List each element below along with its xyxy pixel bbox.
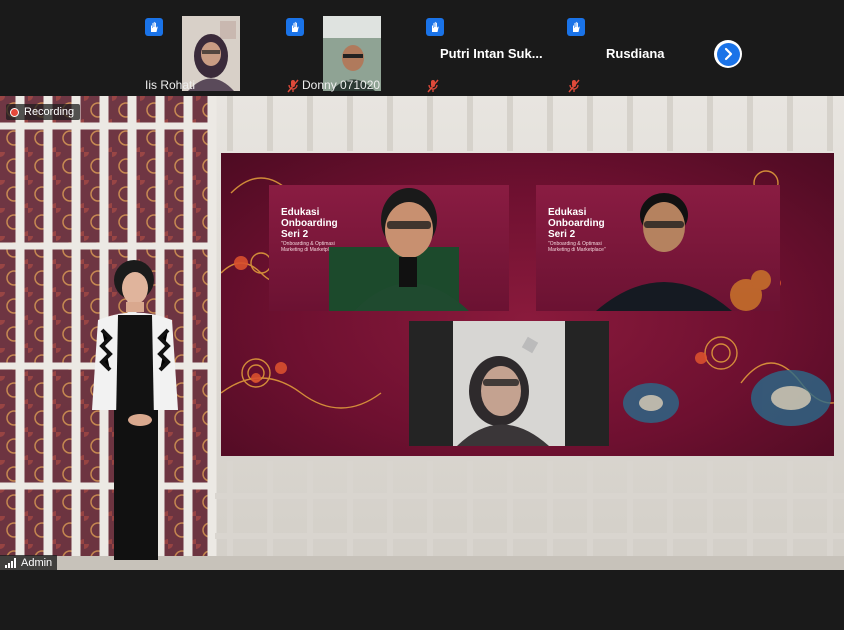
participant-name[interactable]: Putri Intan Suk...	[440, 46, 543, 61]
main-video-stage[interactable]: Edukasi Onboarding Seri 2 "Onboarding & …	[0, 96, 844, 570]
participant-name[interactable]: Rusdiana	[606, 46, 665, 61]
presenter-video-2[interactable]: Edukasi Onboarding Seri 2 "Onboarding & …	[536, 185, 780, 311]
signal-bars-icon	[5, 558, 16, 568]
muted-mic-icon	[286, 79, 300, 93]
bottom-bar	[0, 570, 844, 630]
shared-screen-panel[interactable]: Edukasi Onboarding Seri 2 "Onboarding & …	[221, 153, 834, 456]
recording-label: Recording	[24, 106, 75, 118]
presenter-figure	[92, 260, 178, 560]
recording-indicator[interactable]: Recording	[6, 104, 81, 120]
recording-dot-icon	[10, 107, 19, 117]
muted-mic-icon	[567, 79, 581, 93]
next-participants-button[interactable]	[714, 40, 742, 68]
raised-hand-icon	[286, 18, 304, 36]
participant-video-tile[interactable]	[409, 321, 609, 446]
participant-name: Donny 071020	[302, 78, 381, 92]
self-view-name: Admin	[21, 557, 53, 569]
raised-hand-icon	[426, 18, 444, 36]
chevron-right-icon	[724, 47, 733, 61]
self-view-label: Admin	[0, 555, 58, 571]
muted-mic-icon	[426, 79, 440, 93]
speaker-video	[596, 193, 771, 311]
participant-strip: Iis Rohati Donny 071020 Putri Intan Suk.…	[0, 0, 844, 96]
raised-hand-icon	[567, 18, 585, 36]
participant-name: Iis Rohati	[145, 78, 196, 92]
raised-hand-icon	[145, 18, 163, 36]
presenter-video-1[interactable]: Edukasi Onboarding Seri 2 "Onboarding & …	[269, 185, 509, 311]
speaker-video	[329, 188, 469, 311]
participant-video	[453, 321, 565, 446]
